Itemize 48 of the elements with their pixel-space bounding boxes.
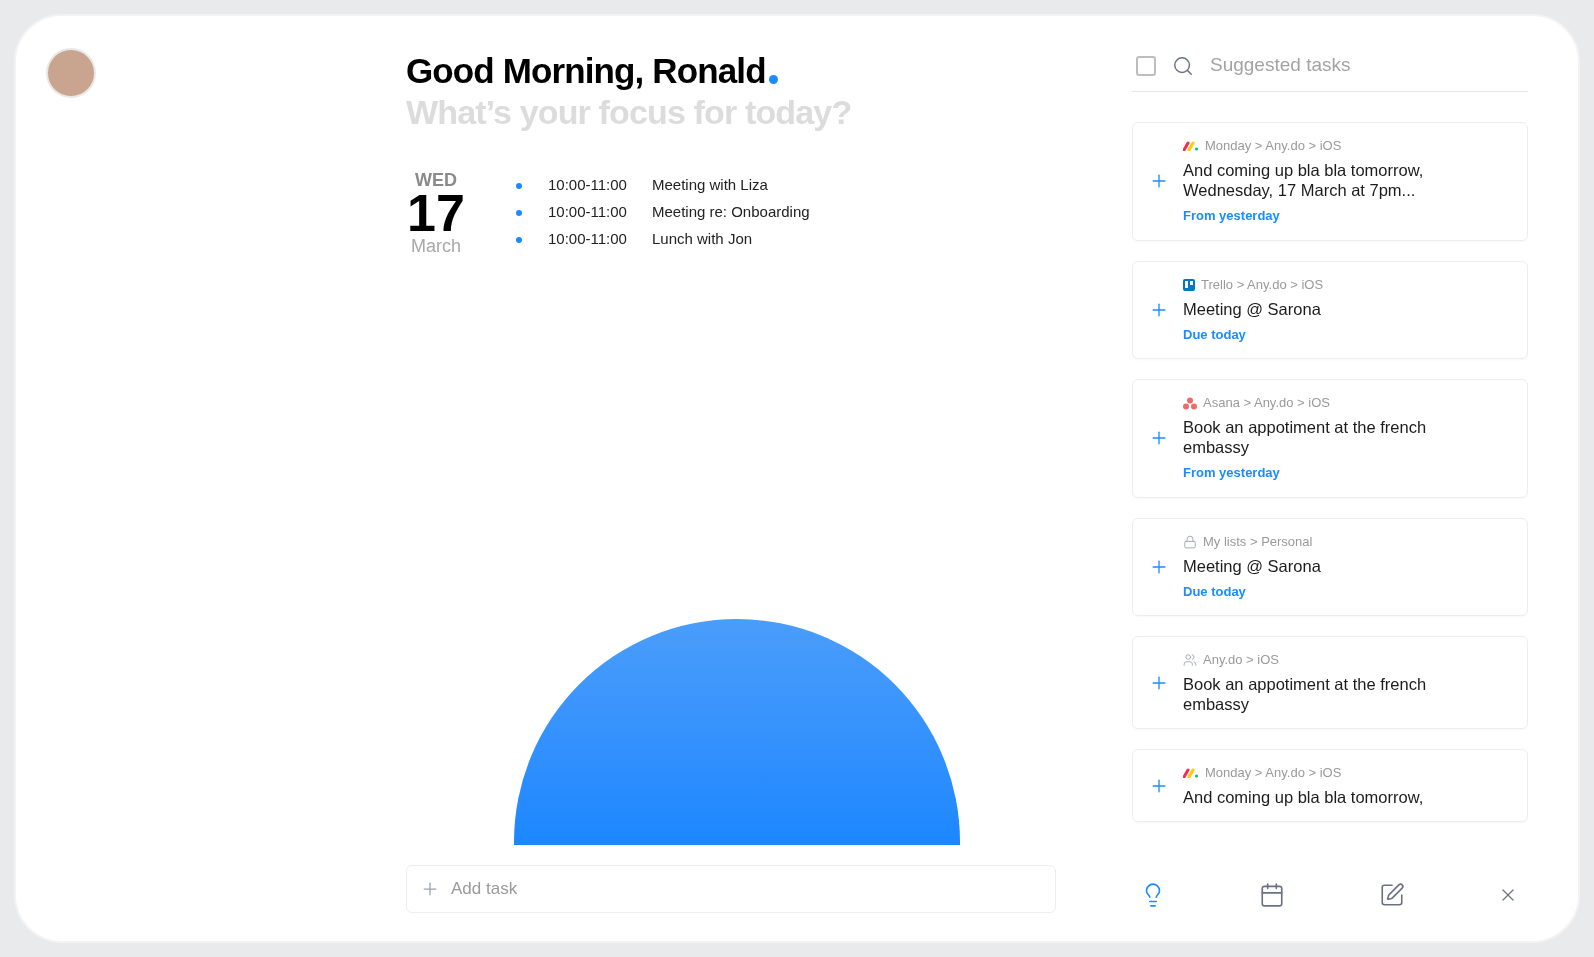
event-time: 10:00-11:00 — [548, 229, 628, 250]
source-path: Asana > Any.do > iOS — [1203, 394, 1330, 413]
avatar[interactable] — [46, 48, 96, 98]
task-card[interactable]: My lists > Personal Meeting @ Sarona Due today — [1132, 517, 1528, 616]
event-time: 10:00-11:00 — [548, 175, 628, 196]
event-title: Meeting re: Onboarding — [652, 202, 810, 223]
greeting-title: Good Morning, Ronald — [406, 50, 766, 92]
day-number: 17 — [407, 190, 465, 236]
bullet-icon — [516, 209, 522, 216]
event-time: 10:00-11:00 — [548, 202, 628, 223]
task-title: And coming up bla bla tomorrow, — [1183, 787, 1425, 807]
task-card[interactable]: Trello > Any.do > iOS Meeting @ Sarona Due today — [1132, 260, 1528, 359]
search-field[interactable]: Suggested tasks — [1210, 51, 1528, 80]
month: March — [411, 236, 461, 256]
bullet-icon — [516, 236, 522, 243]
checkbox[interactable] — [1136, 55, 1156, 76]
source-path: Any.do > iOS — [1203, 651, 1279, 670]
edit-icon[interactable] — [1378, 882, 1405, 908]
source-path: Monday > Any.do > iOS — [1205, 137, 1342, 156]
due-note: From yesterday — [1183, 464, 1281, 482]
lock-icon — [1183, 534, 1197, 549]
calendar-icon[interactable] — [1259, 882, 1286, 908]
task-card[interactable]: Any.do > iOS Book an appotiment at the french embassy — [1132, 636, 1528, 729]
three-dots-logo-icon — [1183, 396, 1197, 410]
due-note: Due today — [1183, 582, 1247, 601]
search-icon — [1172, 54, 1194, 77]
stripes-logo-icon — [1183, 768, 1199, 778]
task-card[interactable]: Monday > Any.do > iOS And coming up bla bla tomorrow, — [1132, 749, 1528, 822]
source-path: Trello > Any.do > iOS — [1201, 275, 1324, 294]
task-title: Book an appotiment at the french embassy — [1183, 417, 1428, 457]
task-card[interactable]: Monday > Any.do > iOS And coming up bla bla tomorrow, Wednesday, 17 March at 7pm... From yesterday — [1132, 122, 1528, 241]
task-title: Book an appotiment at the french embassy — [1183, 674, 1428, 714]
due-note: From yesterday — [1183, 207, 1281, 225]
event-title: Meeting with Liza — [652, 175, 768, 196]
source-path: My lists > Personal — [1203, 532, 1313, 551]
bullet-icon — [516, 182, 522, 189]
weekday: WED — [415, 170, 457, 190]
stripes-logo-icon — [1183, 141, 1199, 151]
task-title: Meeting @ Sarona — [1183, 298, 1322, 319]
source-path: Monday > Any.do > iOS — [1205, 764, 1342, 783]
board-logo-icon — [1183, 278, 1195, 291]
people-icon — [1183, 653, 1197, 667]
task-title: Meeting @ Sarona — [1183, 555, 1322, 576]
task-card[interactable]: Asana > Any.do > iOS Book an appotiment at the french embassy From yesterday — [1132, 379, 1528, 498]
task-title: And coming up bla bla tomorrow, Wednesday, 17 March at 7pm... — [1183, 160, 1425, 200]
add-task-field[interactable]: Add task — [406, 865, 1056, 913]
due-note: Due today — [1183, 325, 1247, 344]
event-title: Lunch with Jon — [652, 229, 753, 250]
